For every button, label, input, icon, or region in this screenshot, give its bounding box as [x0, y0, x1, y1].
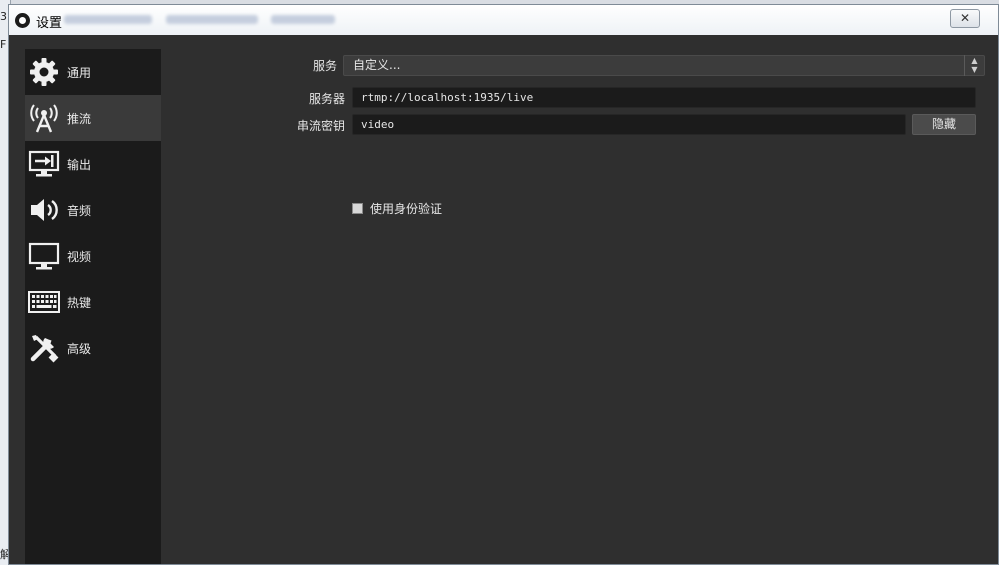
- auth-checkbox-row[interactable]: 使用身份验证: [352, 200, 442, 217]
- sidebar-item-label: 高级: [67, 341, 92, 356]
- sidebar-item-video[interactable]: 视频: [25, 233, 161, 279]
- keyboard-icon: [28, 286, 60, 318]
- stream-key-input[interactable]: video: [352, 114, 906, 135]
- sidebar-item-stream[interactable]: 推流: [25, 95, 161, 141]
- server-label: 服务器: [308, 92, 345, 106]
- sidebar-item-label: 通用: [67, 65, 92, 80]
- service-label: 服务: [312, 59, 337, 73]
- use-auth-checkbox[interactable]: [352, 203, 363, 214]
- hide-key-button[interactable]: 隐藏: [912, 114, 976, 135]
- sidebar-item-label: 视频: [67, 249, 92, 264]
- window-title: 设置: [36, 16, 63, 31]
- title-bar[interactable]: 设置 ✕: [9, 5, 998, 35]
- monitor-icon: [28, 240, 60, 272]
- sidebar-item-hotkeys[interactable]: 热键: [25, 279, 161, 325]
- background-text-fragment: F: [0, 38, 7, 51]
- service-select[interactable]: 自定义... ▲ ▼: [343, 55, 985, 76]
- sidebar-item-label: 热键: [67, 295, 92, 310]
- output-monitor-icon: [28, 148, 60, 180]
- server-input[interactable]: rtmp://localhost:1935/live: [352, 87, 976, 108]
- sidebar-item-general[interactable]: 通用: [25, 49, 161, 95]
- speaker-icon: [28, 194, 60, 226]
- gear-icon: [28, 56, 60, 88]
- blurred-text: [166, 15, 258, 24]
- sidebar-item-output[interactable]: 输出: [25, 141, 161, 187]
- sidebar-item-advanced[interactable]: 高级: [25, 325, 161, 371]
- broadcast-antenna-icon: [28, 102, 60, 134]
- settings-sidebar: 通用 推流 输出 音频 视频 热键 高级: [25, 49, 161, 564]
- tools-icon: [28, 332, 60, 364]
- stream-settings-panel: 服务 自定义... ▲ ▼ 服务器 rtmp://localhost:1935/l…: [161, 49, 998, 564]
- sidebar-item-audio[interactable]: 音频: [25, 187, 161, 233]
- updown-arrow-icon: ▲ ▼: [964, 55, 984, 76]
- blurred-text: [64, 15, 152, 24]
- service-value: 自定义...: [353, 58, 401, 72]
- stream-key-label: 串流密钥: [296, 119, 345, 133]
- sidebar-item-label: 音频: [67, 203, 92, 218]
- use-auth-label: 使用身份验证: [370, 202, 443, 216]
- sidebar-item-label: 推流: [67, 111, 92, 126]
- settings-window: 设置 ✕ 通用 推流 输出 音频 视频 热键 高级 服务 自定义... ▲ ▼ …: [8, 4, 999, 565]
- close-button[interactable]: ✕: [950, 9, 980, 28]
- sidebar-item-label: 输出: [67, 157, 92, 172]
- blurred-text: [271, 15, 335, 24]
- obs-logo-icon: [15, 13, 30, 28]
